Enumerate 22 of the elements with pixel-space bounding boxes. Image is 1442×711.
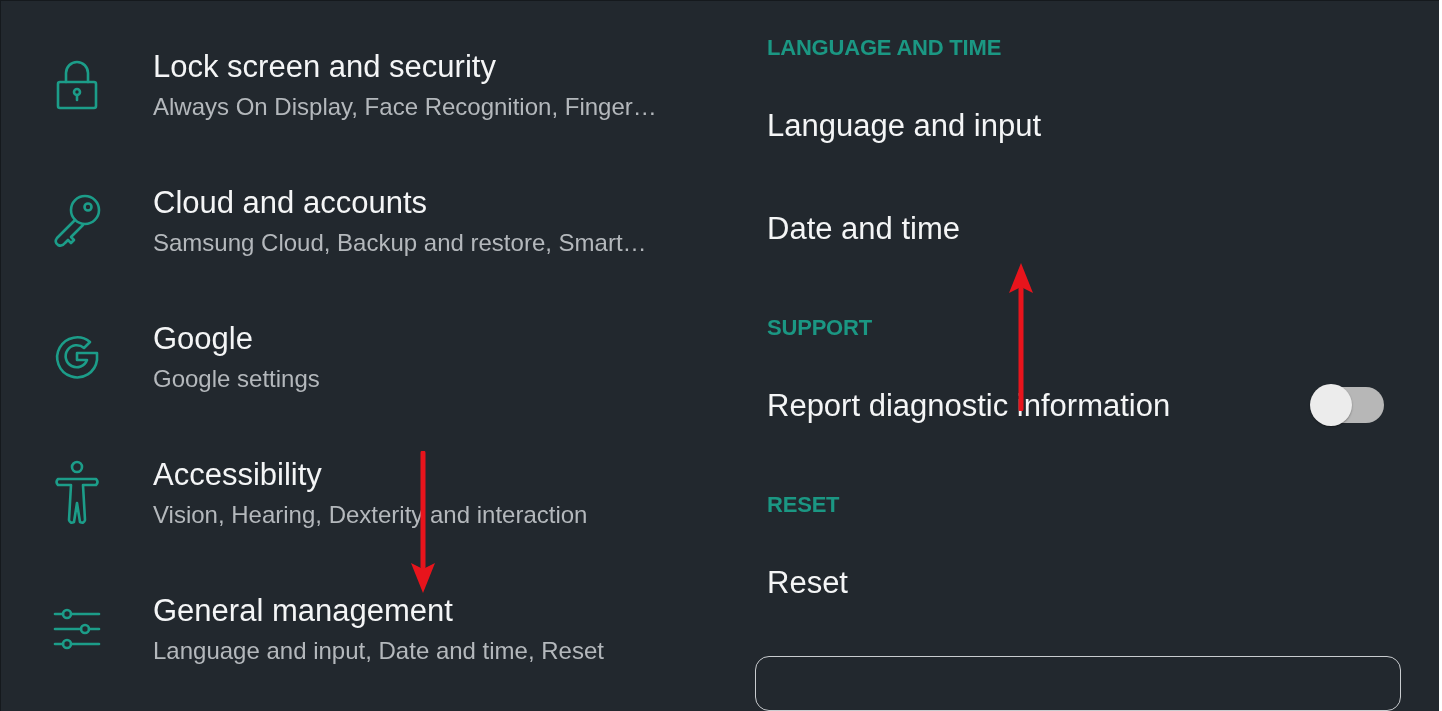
- setting-item[interactable]: Reset: [767, 563, 848, 601]
- section-header: SUPPORT: [767, 313, 873, 342]
- sliders-icon: [53, 608, 101, 650]
- setting-item[interactable]: Date and time: [767, 209, 960, 247]
- menu-item-subtitle: Samsung Cloud, Backup and restore, Smart…: [153, 228, 647, 258]
- menu-item-title[interactable]: Google: [153, 320, 320, 357]
- menu-item-subtitle: Google settings: [153, 364, 320, 394]
- section-header: RESET: [767, 490, 841, 519]
- setting-label: Report diagnostic information: [767, 386, 1171, 424]
- menu-item-title[interactable]: General management: [153, 592, 604, 629]
- menu-item-subtitle: Language and input, Date and time, Reset: [153, 636, 604, 666]
- lock-icon: [56, 60, 98, 110]
- accessibility-person-icon: [54, 460, 100, 526]
- key-icon: [52, 193, 102, 249]
- google-g-icon: [53, 333, 101, 381]
- menu-item-title[interactable]: Cloud and accounts: [153, 184, 647, 221]
- section-header: LANGUAGE AND TIME: [767, 34, 1003, 62]
- setting-item[interactable]: Language and input: [767, 106, 1042, 144]
- menu-item-subtitle: Always On Display, Face Recognition, Finger…: [153, 92, 657, 122]
- toggle-switch[interactable]: [1310, 384, 1384, 427]
- menu-item-title[interactable]: Accessibility: [153, 456, 588, 493]
- menu-item-title[interactable]: Lock screen and security: [153, 48, 657, 85]
